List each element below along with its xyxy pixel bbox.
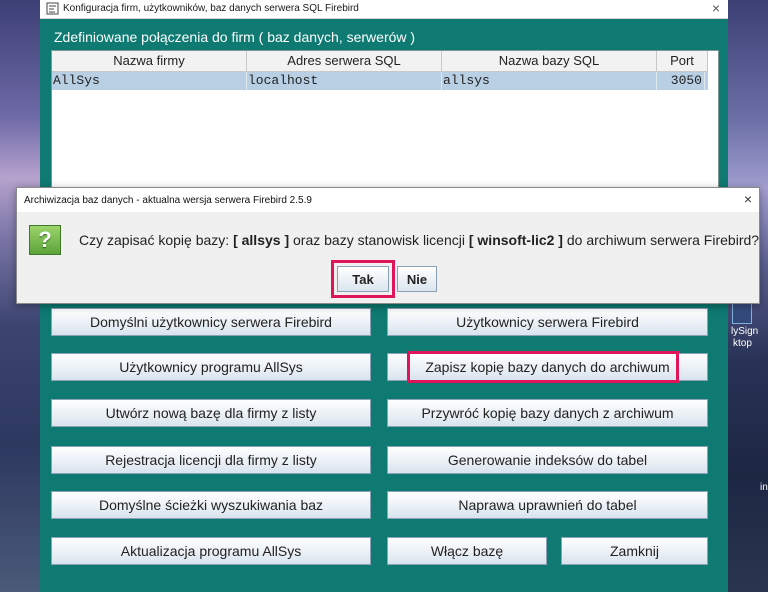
cell-company: AllSys [53,72,247,90]
message-text-3: do archiwum serwera Firebird? [562,232,760,248]
desktop-label-2: ktop [733,338,752,349]
repair-permissions-button[interactable]: Naprawa uprawnień do tabel [387,491,708,519]
yes-button-highlight [331,260,395,298]
default-server-users-button[interactable]: Domyślni użytkownicy serwera Firebird [51,308,371,336]
update-program-button[interactable]: Aktualizacja programu AllSys [51,537,371,565]
connections-table: Nazwa firmy Adres serwera SQL Nazwa bazy… [51,50,719,192]
server-users-button[interactable]: Użytkownicy serwera Firebird [387,308,708,336]
archive-confirm-dialog: Archiwizacja baz danych - aktualna wersj… [16,187,760,304]
column-header-company[interactable]: Nazwa firmy [52,51,247,72]
cell-port: 3050 [657,72,705,90]
generate-indexes-button[interactable]: Generowanie indeksów do tabel [387,446,708,474]
connections-section-title: Zdefiniowane połączenia do firm ( baz da… [54,29,416,45]
dialog-close-icon[interactable]: × [744,191,752,207]
desktop-label-1: lySign [731,326,759,337]
desktop-edge-label: in [760,482,768,493]
message-db-name: [ allsys ] [233,232,290,248]
create-database-button[interactable]: Utwórz nową bazę dla firmy z listy [51,399,371,427]
message-license-db: [ winsoft-lic2 ] [468,232,563,248]
close-icon[interactable]: × [712,0,720,16]
window-title-bar: Konfiguracja firm, użytkowników, baz dan… [40,0,728,19]
table-header: Nazwa firmy Adres serwera SQL Nazwa bazy… [52,51,718,72]
message-text-1: Czy zapisać kopię bazy: [79,232,234,248]
cell-database: allsys [443,72,657,90]
dialog-title: Archiwizacja baz danych - aktualna wersj… [24,195,312,206]
cell-server: localhost [248,72,442,90]
no-button[interactable]: Nie [397,266,437,292]
message-text-2: oraz bazy stanowisk licencji [289,232,469,248]
window-title: Konfiguracja firm, użytkowników, baz dan… [63,3,359,14]
column-header-port[interactable]: Port [657,51,708,72]
restore-database-button[interactable]: Przywróć kopię bazy danych z archiwum [387,399,708,427]
enable-database-button[interactable]: Włącz bazę [387,537,547,565]
question-icon: ? [29,225,61,255]
column-header-database[interactable]: Nazwa bazy SQL [442,51,657,72]
dialog-title-bar: Archiwizacja baz danych - aktualna wersj… [17,188,759,212]
program-users-button[interactable]: Użytkownicy programu AllSys [51,353,371,381]
app-icon [46,2,59,15]
dialog-message: Czy zapisać kopię bazy: [ allsys ] oraz … [79,232,759,248]
default-paths-button[interactable]: Domyślne ścieżki wyszukiwania baz [51,491,371,519]
register-license-button[interactable]: Rejestracja licencji dla firmy z listy [51,446,371,474]
close-button[interactable]: Zamknij [561,537,708,565]
table-row[interactable]: AllSys localhost allsys 3050 [52,72,708,90]
backup-button-highlight [407,351,679,383]
column-header-server[interactable]: Adres serwera SQL [247,51,442,72]
